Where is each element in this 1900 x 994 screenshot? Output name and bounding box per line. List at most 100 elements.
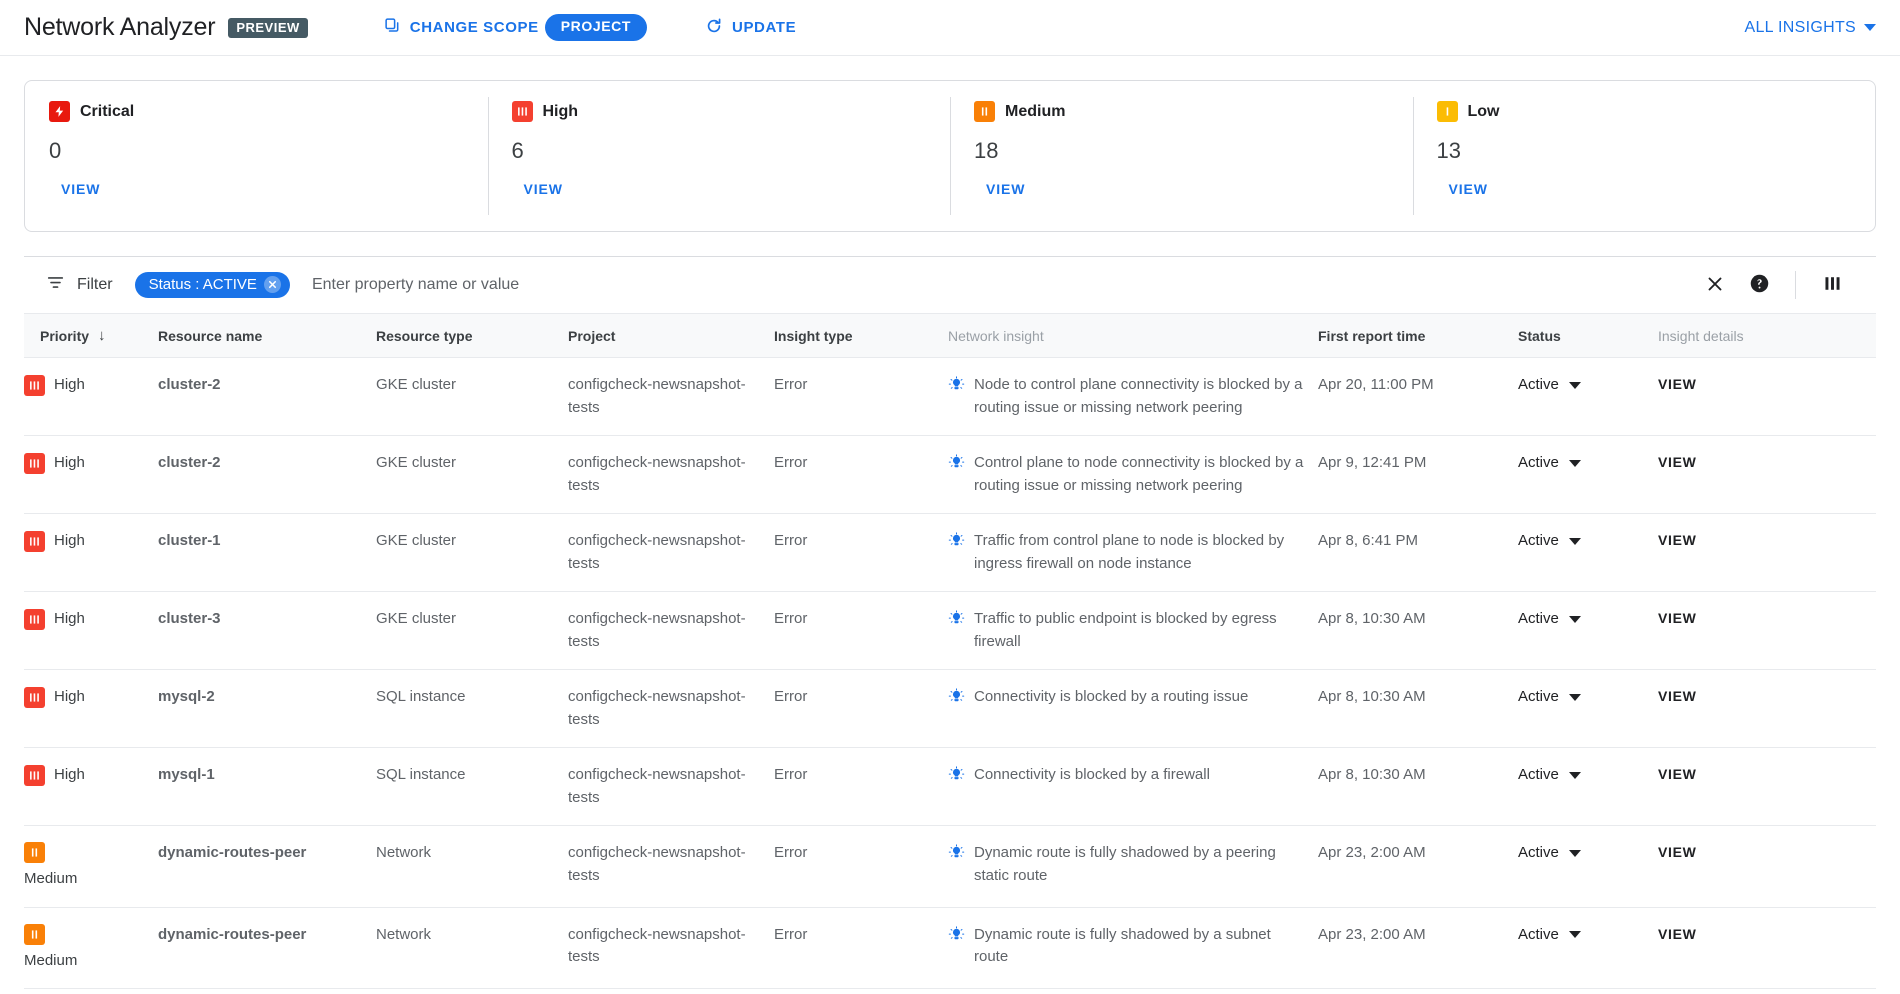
row-view-link[interactable]: VIEW [1658, 844, 1697, 860]
cell-network-insight: Control plane to node connectivity is bl… [948, 435, 1318, 514]
insight-text: Traffic from control plane to node is bl… [974, 532, 1285, 572]
all-insights-dropdown[interactable]: ALL INSIGHTS [1745, 19, 1876, 37]
column-settings-button[interactable] [1810, 263, 1854, 307]
status-label: Active [1518, 610, 1559, 627]
filter-chip-status[interactable]: Status : ACTIVE [134, 272, 290, 298]
filter-bar: Filter Status : ACTIVE [24, 257, 1876, 313]
cell-resource-name[interactable]: cluster-1 [158, 513, 376, 592]
priority-label: High [54, 610, 85, 627]
table-row[interactable]: Medium dynamic-routes-peer Network configch… [24, 825, 1876, 908]
column-header-insight-type[interactable]: Insight type [774, 313, 948, 358]
card-header: Medium [974, 101, 1389, 122]
table-row[interactable]: High cluster-2 GKE cluster configcheck-news… [24, 435, 1876, 514]
cell-resource-name[interactable]: dynamic-routes-peer [158, 825, 376, 908]
table-row[interactable]: High cluster-2 GKE cluster configcheck-news… [24, 357, 1876, 436]
card-count: 0 [49, 138, 62, 163]
cell-network-insight: Traffic from control plane to node is bl… [948, 513, 1318, 592]
cell-priority: High [24, 747, 158, 826]
update-button[interactable]: UPDATE [703, 11, 798, 45]
cell-resource-name[interactable]: mysql-2 [158, 669, 376, 748]
change-scope-button[interactable]: CHANGE SCOPE [382, 11, 541, 44]
column-header-first-report-time[interactable]: First report time [1318, 313, 1518, 358]
cell-network-insight: Traffic to public endpoint is blocked by… [948, 591, 1318, 670]
column-header-insight-details: Insight details [1658, 313, 1876, 358]
status-label: Active [1518, 532, 1559, 549]
cell-status: Active [1518, 591, 1658, 670]
cell-insight-details: VIEW [1658, 435, 1876, 514]
status-dropdown[interactable]: Active [1518, 924, 1644, 947]
cell-insight-type: Error [774, 591, 948, 670]
medium-bars-icon [24, 842, 45, 863]
scope-value-pill[interactable]: PROJECT [544, 14, 648, 41]
priority-badge: High [24, 374, 144, 397]
help-icon [1749, 273, 1770, 297]
clear-filters-button[interactable] [1693, 263, 1737, 307]
cell-network-insight: Dynamic route is fully shadowed by a sub… [948, 907, 1318, 989]
row-view-link[interactable]: VIEW [1658, 376, 1697, 392]
cell-priority: High [24, 513, 158, 592]
card-header: Critical [49, 101, 464, 122]
status-dropdown[interactable]: Active [1518, 608, 1644, 631]
insight-lightbulb-icon [948, 766, 965, 791]
high-bars-icon [24, 374, 45, 396]
column-header-project[interactable]: Project [568, 313, 774, 358]
cell-first-report-time: Apr 8, 6:41 PM [1318, 513, 1518, 592]
filter-input[interactable] [311, 276, 1693, 294]
column-header-resource-name[interactable]: Resource name [158, 313, 376, 358]
table-row[interactable]: High cluster-1 GKE cluster configcheck-news… [24, 513, 1876, 592]
medium-bars-icon [24, 923, 45, 945]
status-dropdown[interactable]: Active [1518, 452, 1644, 475]
insight-text: Dynamic route is fully shadowed by a sub… [974, 925, 1271, 966]
table-row[interactable]: High mysql-2 SQL instance configcheck-newsn… [24, 669, 1876, 748]
cell-network-insight: Node to control plane connectivity is bl… [948, 357, 1318, 436]
cell-priority: Medium [24, 907, 158, 989]
sort-descending-icon: ↓ [98, 327, 106, 344]
cell-resource-name[interactable]: dynamic-routes-peer [158, 907, 376, 989]
cell-status: Active [1518, 747, 1658, 826]
help-button[interactable] [1737, 263, 1781, 307]
chevron-down-icon [1568, 931, 1581, 939]
cell-first-report-time: Apr 8, 10:30 AM [1318, 747, 1518, 826]
cell-insight-details: VIEW [1658, 513, 1876, 592]
column-header-priority[interactable]: Priority ↓ [24, 313, 158, 358]
row-view-link[interactable]: VIEW [1658, 532, 1697, 548]
row-view-link[interactable]: VIEW [1658, 766, 1697, 782]
priority-label: High [54, 532, 85, 549]
row-view-link[interactable]: VIEW [1658, 610, 1697, 626]
card-view-link[interactable]: VIEW [524, 181, 563, 197]
cell-insight-type: Error [774, 825, 948, 908]
card-view-link[interactable]: VIEW [986, 181, 1025, 197]
cell-resource-name[interactable]: mysql-1 [158, 747, 376, 826]
cell-resource-name[interactable]: cluster-2 [158, 357, 376, 436]
cell-project: configcheck-newsnapshot-tests [568, 513, 774, 592]
row-view-link[interactable]: VIEW [1658, 926, 1697, 942]
table-row[interactable]: High mysql-1 SQL instance configcheck-newsn… [24, 747, 1876, 826]
insight-text: Connectivity is blocked by a routing iss… [974, 688, 1249, 705]
cell-first-report-time: Apr 23, 2:00 AM [1318, 907, 1518, 989]
status-dropdown[interactable]: Active [1518, 374, 1644, 397]
priority-badge: High [24, 764, 144, 787]
cell-status: Active [1518, 513, 1658, 592]
cell-resource-name[interactable]: cluster-2 [158, 435, 376, 514]
status-dropdown[interactable]: Active [1518, 842, 1644, 865]
column-header-network-insight[interactable]: Network insight [948, 313, 1318, 358]
status-dropdown[interactable]: Active [1518, 530, 1644, 553]
status-dropdown[interactable]: Active [1518, 764, 1644, 787]
table-row[interactable]: Medium dynamic-routes-peer Network configch… [24, 907, 1876, 989]
high-bars-icon [511, 101, 533, 122]
filter-button[interactable]: Filter [46, 273, 113, 297]
row-view-link[interactable]: VIEW [1658, 688, 1697, 704]
chip-remove-icon[interactable] [263, 276, 281, 293]
status-dropdown[interactable]: Active [1518, 686, 1644, 709]
row-view-link[interactable]: VIEW [1658, 454, 1697, 470]
cell-resource-name[interactable]: cluster-3 [158, 591, 376, 670]
header-actions: CHANGE SCOPE PROJECT UPDATE [382, 11, 798, 45]
summary-card-low: Low 13 VIEW [1412, 81, 1876, 231]
card-view-link[interactable]: VIEW [61, 181, 100, 197]
priority-badge: High [24, 608, 144, 631]
column-header-status[interactable]: Status [1518, 313, 1658, 358]
card-view-link[interactable]: VIEW [1449, 181, 1488, 197]
table-row[interactable]: High cluster-3 GKE cluster configcheck-news… [24, 591, 1876, 670]
column-header-resource-type[interactable]: Resource type [376, 313, 568, 358]
cell-first-report-time: Apr 8, 10:30 AM [1318, 591, 1518, 670]
